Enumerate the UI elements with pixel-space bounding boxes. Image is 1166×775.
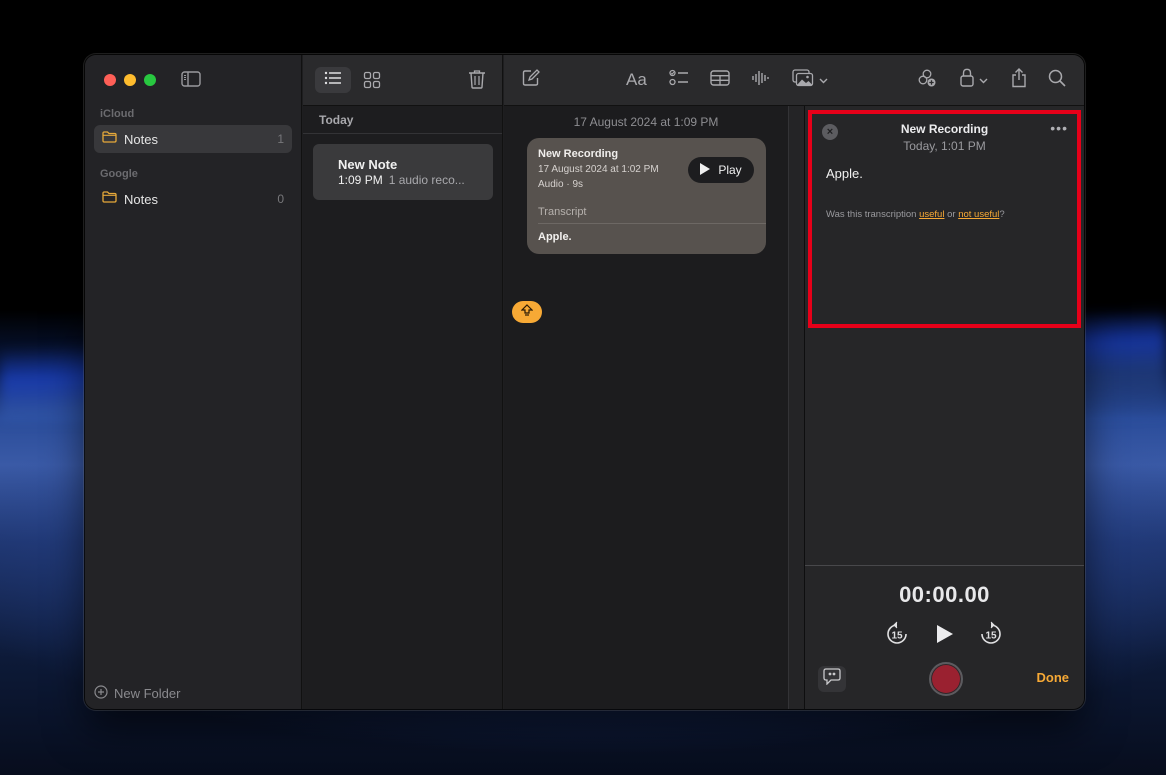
play-recording-button[interactable]: [936, 624, 954, 649]
delete-note-button[interactable]: [468, 69, 486, 89]
audio-recording-card[interactable]: New Recording 17 August 2024 at 1:02 PM …: [527, 138, 766, 254]
search-icon: [1048, 69, 1066, 92]
section-label-icloud: iCloud: [100, 108, 135, 120]
divider: [538, 223, 766, 224]
recording-details: Audio · 9s: [538, 179, 584, 190]
recording-panel: × New Recording Today, 1:01 PM ••• Apple…: [804, 106, 1084, 709]
lock-button[interactable]: [960, 68, 988, 92]
compose-button[interactable]: [522, 68, 540, 92]
chevron-down-icon: [819, 71, 828, 89]
note-list-toolbar: [303, 55, 502, 106]
sidebar-item-icloud-notes[interactable]: Notes 1: [94, 125, 292, 153]
list-icon: [324, 71, 342, 90]
window-controls: [104, 74, 156, 86]
minimize-window-button[interactable]: [124, 74, 136, 86]
transcription-feedback: Was this transcription useful or not use…: [826, 209, 1005, 220]
plus-circle-icon: [94, 685, 108, 702]
recording-panel-title: New Recording: [900, 122, 989, 136]
note-preview: 1 audio reco...: [388, 173, 465, 187]
section-label-google: Google: [100, 168, 138, 180]
quote-bubble-icon: [823, 668, 841, 690]
folder-count: 1: [277, 132, 284, 146]
audio-button[interactable]: [751, 69, 769, 91]
maximize-window-button[interactable]: [144, 74, 156, 86]
feedback-middle: or: [944, 209, 959, 220]
recording-date: 17 August 2024 at 1:02 PM: [538, 164, 659, 175]
note-date: 17 August 2024 at 1:09 PM: [573, 115, 719, 129]
folder-icon: [102, 190, 117, 208]
media-button[interactable]: [792, 68, 828, 92]
collaborate-icon: [917, 68, 937, 93]
editor-scrollbar[interactable]: [788, 106, 804, 709]
share-icon: [1011, 67, 1027, 93]
group-header-today: Today: [303, 106, 502, 134]
main-toolbar: Aa: [504, 55, 1084, 106]
checklist-icon: [669, 69, 689, 92]
compose-icon: [522, 68, 540, 92]
note-editor[interactable]: 17 August 2024 at 1:09 PM New Recording …: [504, 55, 804, 709]
sidebar-toggle-icon[interactable]: [181, 71, 201, 87]
play-icon: [937, 625, 953, 643]
play-icon: [700, 162, 711, 178]
note-list-item[interactable]: New Note 1:09 PM 1 audio reco...: [313, 144, 493, 200]
transcript-text: Apple.: [538, 231, 572, 243]
useful-link[interactable]: useful: [919, 209, 944, 220]
folder-name: Notes: [124, 131, 158, 147]
list-view-button[interactable]: [315, 67, 351, 93]
note-list: Today New Note 1:09 PM 1 audio reco...: [303, 55, 503, 709]
table-icon: [710, 69, 730, 91]
recording-panel-subtitle: Today, 1:01 PM: [903, 139, 986, 153]
format-icon: Aa: [626, 70, 647, 89]
close-window-button[interactable]: [104, 74, 116, 86]
new-folder-label: New Folder: [114, 686, 181, 701]
note-meta: 1:09 PM 1 audio reco...: [338, 173, 493, 187]
trash-icon: [468, 70, 486, 93]
feedback-suffix: ?: [999, 209, 1005, 220]
note-time: 1:09 PM: [338, 173, 383, 187]
divider: [805, 565, 1084, 566]
more-options-icon[interactable]: •••: [1050, 120, 1068, 136]
transcript-label: Transcript: [538, 206, 587, 218]
skip-back-seconds: 15: [891, 631, 903, 642]
skip-back-15-icon: 15: [887, 621, 907, 644]
not-useful-link[interactable]: not useful: [958, 209, 999, 220]
feedback-prefix: Was this transcription: [826, 209, 920, 220]
play-label: Play: [718, 163, 742, 177]
playback-timer: 00:00.00: [899, 582, 990, 607]
media-icon: [792, 68, 814, 92]
folder-name: Notes: [124, 191, 158, 207]
search-button[interactable]: [1048, 69, 1066, 91]
folder-count: 0: [277, 192, 284, 206]
folder-icon: [102, 130, 117, 148]
note-title: New Note: [338, 157, 398, 172]
skip-forward-15-icon: 15: [981, 621, 1001, 644]
format-button[interactable]: Aa: [626, 69, 647, 91]
arrow-up-icon: [520, 303, 534, 321]
grid-icon: [363, 71, 381, 93]
chevron-down-icon: [979, 71, 988, 89]
table-button[interactable]: [710, 69, 730, 91]
done-button[interactable]: Done: [1037, 670, 1070, 685]
new-folder-button[interactable]: New Folder: [94, 685, 180, 702]
transcript-toggle-button[interactable]: [818, 666, 846, 692]
play-button[interactable]: Play: [688, 157, 754, 183]
gallery-view-button[interactable]: [363, 71, 381, 89]
record-button[interactable]: [929, 662, 963, 696]
scroll-to-top-button[interactable]: [512, 301, 542, 323]
sidebar: iCloud Notes 1 Google Notes 0 New Folder: [85, 55, 302, 709]
checklist-button[interactable]: [669, 69, 689, 91]
notes-window: iCloud Notes 1 Google Notes 0 New Folder: [85, 55, 1084, 709]
sidebar-item-google-notes[interactable]: Notes 0: [94, 185, 292, 213]
skip-forward-button[interactable]: 15: [979, 621, 1003, 652]
audio-waveform-icon: [751, 69, 769, 92]
skip-back-button[interactable]: 15: [885, 621, 909, 652]
recording-transcript: Apple.: [826, 166, 863, 181]
share-button[interactable]: [1011, 67, 1027, 93]
lock-icon: [960, 68, 974, 92]
collaborate-button[interactable]: [917, 69, 937, 91]
skip-forward-seconds: 15: [985, 631, 997, 642]
recording-title: New Recording: [538, 148, 619, 160]
